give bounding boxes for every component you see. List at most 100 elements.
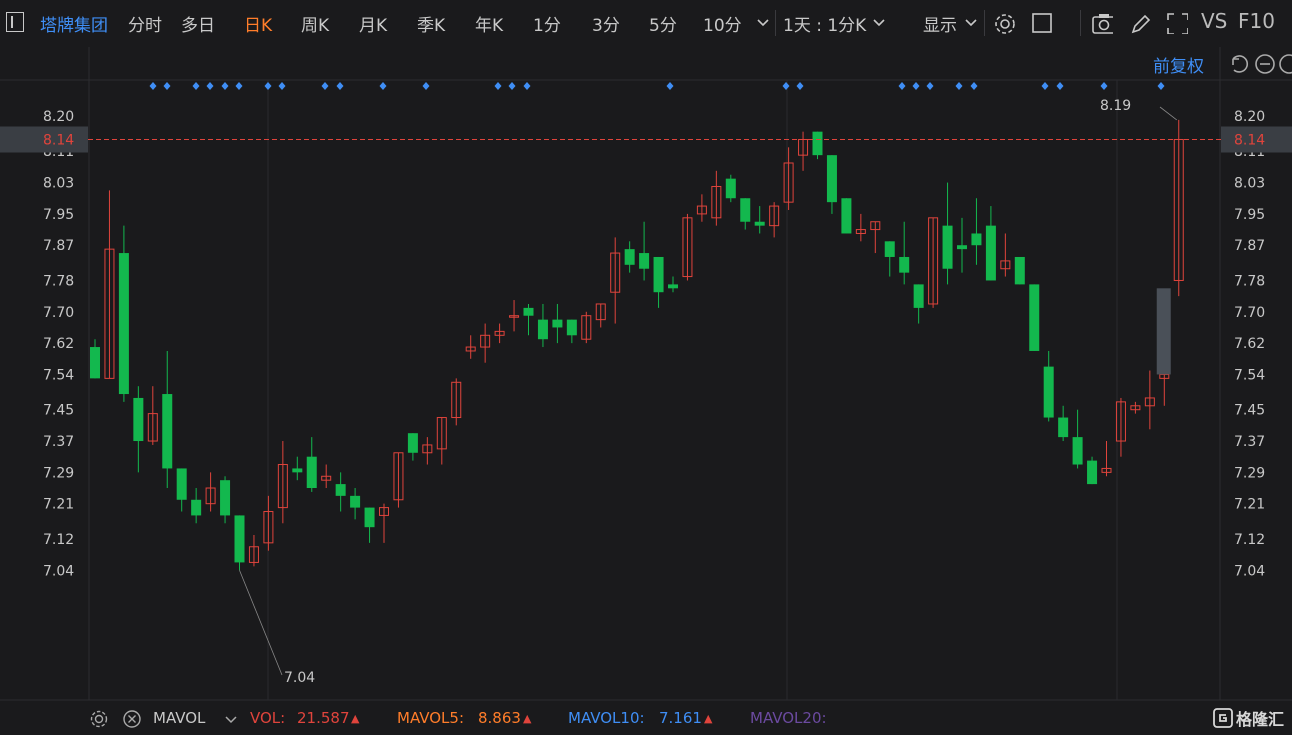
candle-body <box>133 397 144 442</box>
candle-body <box>162 394 173 469</box>
y-tick-left: 7.62 <box>43 336 74 352</box>
y-tick-left: 7.29 <box>43 465 74 481</box>
candle-body <box>350 495 361 508</box>
candle-body <box>335 484 346 496</box>
logo-icon <box>1213 708 1233 728</box>
y-tick-right: 7.78 <box>1234 273 1265 289</box>
highlight-bar <box>1156 288 1171 375</box>
y-tick-left: 7.95 <box>43 207 74 223</box>
candle-body <box>639 253 650 269</box>
current-price-value: 8.14 <box>43 132 74 148</box>
candle <box>1014 256 1025 285</box>
candle-body <box>292 468 303 473</box>
vol-value: 21.587 <box>297 709 350 727</box>
chevron-down-icon[interactable] <box>224 713 238 727</box>
undo-icon[interactable] <box>1228 53 1250 75</box>
candle-body <box>899 256 910 273</box>
y-tick-left: 7.54 <box>43 367 74 383</box>
candle-body <box>668 284 678 289</box>
candle-body <box>725 178 736 199</box>
candle-body <box>1014 256 1025 285</box>
candle-body <box>971 233 982 246</box>
mavol10-label: MAVOL10: <box>568 709 645 727</box>
candle-body <box>552 319 563 328</box>
candle <box>841 198 852 234</box>
y-tick-right: 7.45 <box>1234 403 1265 419</box>
close-icon[interactable] <box>122 709 142 729</box>
y-tick-right: 7.21 <box>1234 497 1265 513</box>
logo-text: 格隆汇 <box>1236 710 1285 729</box>
candle-body <box>624 249 635 265</box>
y-tick-left: 7.45 <box>43 403 74 419</box>
candle <box>1087 456 1098 485</box>
candle <box>1029 284 1040 351</box>
y-tick-right: 8.03 <box>1234 176 1265 192</box>
y-tick-right: 7.37 <box>1234 434 1265 450</box>
y-tick-right: 7.62 <box>1234 336 1265 352</box>
mavol10-value: 7.161 <box>659 709 702 727</box>
y-tick-left: 7.21 <box>43 497 74 513</box>
adjust-mode[interactable]: 前复权 <box>1153 52 1204 77</box>
mavol5-value: 8.863 <box>478 709 521 727</box>
candle-body <box>754 221 765 226</box>
zoom-out-icon[interactable] <box>1254 53 1276 75</box>
y-tick-right: 7.04 <box>1234 563 1265 579</box>
y-tick-left: 8.03 <box>43 176 74 192</box>
candlestick-chart[interactable]: 8.208.118.037.957.877.787.707.627.547.45… <box>0 0 1292 705</box>
candle-body <box>523 307 534 316</box>
chart-background <box>0 47 1292 705</box>
candle-body <box>176 468 187 500</box>
candle <box>812 131 823 160</box>
up-arrow-icon: ▲ <box>523 712 532 725</box>
y-tick-left: 7.37 <box>43 434 74 450</box>
candle-body <box>234 515 245 563</box>
y-tick-right: 7.12 <box>1234 532 1265 548</box>
y-tick-left: 7.12 <box>43 532 74 548</box>
vol-label: VOL: <box>250 709 286 727</box>
candle-body <box>957 245 967 250</box>
candle-body <box>118 253 129 395</box>
current-price-value: 8.14 <box>1234 132 1265 148</box>
y-tick-right: 7.87 <box>1234 238 1265 254</box>
y-axis-left: 8.208.118.037.957.877.787.707.627.547.45… <box>43 109 74 579</box>
candle-body <box>841 198 852 234</box>
y-tick-right: 7.29 <box>1234 465 1265 481</box>
candle-body <box>826 155 837 203</box>
indicator-select[interactable]: MAVOL <box>153 709 205 727</box>
volume-indicator-bar: MAVOL VOL: 21.587 ▲ MAVOL5: 8.863 ▲ MAVO… <box>0 705 1292 733</box>
candle-body <box>1058 417 1069 438</box>
candle <box>725 174 736 203</box>
candle-body <box>942 225 953 269</box>
candle-body <box>191 499 202 516</box>
gear-icon[interactable] <box>89 709 109 729</box>
candle-body <box>740 198 751 222</box>
candle-body <box>364 507 375 528</box>
candle-body <box>884 241 895 257</box>
candle-body <box>1087 460 1098 485</box>
y-tick-left: 8.20 <box>43 109 74 125</box>
candle-body <box>653 256 664 293</box>
y-tick-left: 7.04 <box>43 563 74 579</box>
candle-body <box>537 319 548 340</box>
mavol5-label: MAVOL5: <box>397 709 465 727</box>
candle-body <box>1043 366 1054 418</box>
up-arrow-icon: ▲ <box>351 712 360 725</box>
mavol20-label: MAVOL20: <box>750 709 827 727</box>
zoom-in-icon[interactable] <box>1278 53 1292 75</box>
y-axis-right: 8.208.118.037.957.877.787.707.627.547.45… <box>1234 109 1265 579</box>
candle-body <box>90 347 100 379</box>
candle-body <box>913 284 924 308</box>
y-tick-right: 8.20 <box>1234 109 1265 125</box>
y-tick-right: 7.95 <box>1234 207 1265 223</box>
y-tick-left: 7.78 <box>43 273 74 289</box>
candle-body <box>985 225 996 281</box>
min-price-label: 7.04 <box>284 670 315 686</box>
candle-body <box>1072 437 1083 465</box>
candle-body <box>220 480 231 516</box>
candle-body <box>1029 284 1040 351</box>
y-tick-left: 7.87 <box>43 238 74 254</box>
y-tick-right: 7.54 <box>1234 367 1265 383</box>
candle-body <box>306 456 317 489</box>
up-arrow-icon: ▲ <box>704 712 713 725</box>
y-tick-left: 7.70 <box>43 305 74 321</box>
